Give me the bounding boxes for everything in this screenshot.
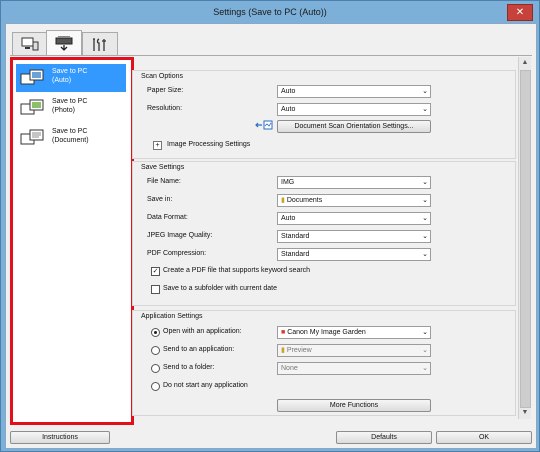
send-folder-select[interactable]: None ⌄ xyxy=(277,362,431,375)
subfolder-checkbox[interactable] xyxy=(151,285,160,294)
list-item-save-to-pc-document[interactable]: Save to PC (Document) xyxy=(16,124,126,152)
folder-icon: ▮ xyxy=(281,197,285,204)
orientation-icon xyxy=(255,120,273,130)
application-settings-title: Application Settings xyxy=(141,313,203,320)
subfolder-label: Save to a subfolder with current date xyxy=(163,285,278,292)
pdf-compression-label: PDF Compression: xyxy=(147,250,207,257)
more-functions-button[interactable]: More Functions xyxy=(277,399,431,412)
tab-general-settings[interactable] xyxy=(82,32,118,55)
chevron-down-icon: ⌄ xyxy=(422,179,428,186)
instructions-button[interactable]: Instructions xyxy=(10,431,110,444)
list-item-label: Save to PC (Document) xyxy=(52,128,89,144)
resolution-label: Resolution: xyxy=(147,105,183,112)
data-format-label: Data Format: xyxy=(147,214,188,221)
save-to-pc-auto-icon xyxy=(20,69,44,85)
chevron-down-icon: ⌄ xyxy=(422,329,428,336)
settings-window: Settings (Save to PC (Auto)) ✕ Save to P… xyxy=(0,0,540,452)
tab-divider xyxy=(10,55,532,56)
chevron-down-icon: ⌄ xyxy=(422,106,428,113)
open-app-radio[interactable] xyxy=(151,328,160,337)
send-folder-radio[interactable] xyxy=(151,364,160,373)
chevron-down-icon: ⌄ xyxy=(422,233,428,240)
file-name-combo[interactable]: IMG ⌄ xyxy=(277,176,431,189)
no-app-radio[interactable] xyxy=(151,382,160,391)
save-in-select[interactable]: ▮ Documents ⌄ xyxy=(277,194,431,207)
scan-from-computer-icon xyxy=(21,37,39,51)
chevron-down-icon: ⌄ xyxy=(422,88,428,95)
orientation-settings-button[interactable]: Document Scan Orientation Settings... xyxy=(277,120,431,133)
defaults-button[interactable]: Defaults xyxy=(336,431,432,444)
chevron-down-icon: ⌄ xyxy=(422,197,428,204)
send-app-label: Send to an application: xyxy=(163,346,235,353)
image-processing-label[interactable]: Image Processing Settings xyxy=(167,141,250,148)
chevron-down-icon: ⌄ xyxy=(422,347,428,354)
save-settings-group: Save Settings File Name: IMG ⌄ Save in: ▮… xyxy=(132,161,516,306)
jpeg-quality-select[interactable]: Standard ⌄ xyxy=(277,230,431,243)
paper-size-label: Paper Size: xyxy=(147,87,184,94)
scan-options-title: Scan Options xyxy=(141,73,184,80)
scan-options-group: Scan Options Paper Size: Auto ⌄ Resolutio… xyxy=(132,70,516,159)
pdf-keyword-label: Create a PDF file that supports keyword … xyxy=(163,267,311,274)
ok-button[interactable]: OK xyxy=(436,431,532,444)
open-app-label: Open with an application: xyxy=(163,328,242,335)
tab-scan-from-computer[interactable] xyxy=(12,32,48,55)
scan-from-panel-icon xyxy=(55,36,73,51)
tab-scan-from-panel[interactable] xyxy=(46,30,82,56)
no-app-label: Do not start any application xyxy=(163,382,248,389)
list-item-label: Save to PC (Auto) xyxy=(52,68,88,84)
send-app-select[interactable]: ▮ Preview ⌄ xyxy=(277,344,431,357)
scan-type-list: Save to PC (Auto) Save to PC (Photo) Sav… xyxy=(10,57,134,425)
settings-scrollbar[interactable]: ▲ ▼ xyxy=(518,57,531,419)
send-folder-label: Send to a folder: xyxy=(163,364,215,371)
save-to-pc-document-icon xyxy=(20,129,44,145)
pdf-keyword-checkbox[interactable]: ✓ xyxy=(151,267,160,276)
save-in-label: Save in: xyxy=(147,196,173,203)
app-icon: ■ xyxy=(281,329,286,336)
list-item-save-to-pc-auto[interactable]: Save to PC (Auto) xyxy=(16,64,126,92)
chevron-down-icon: ⌄ xyxy=(422,215,428,222)
resolution-select[interactable]: Auto ⌄ xyxy=(277,103,431,116)
pdf-compression-select[interactable]: Standard ⌄ xyxy=(277,248,431,261)
expand-icon[interactable]: + xyxy=(153,141,162,150)
client-area: Save to PC (Auto) Save to PC (Photo) Sav… xyxy=(5,23,537,449)
paper-size-select[interactable]: Auto ⌄ xyxy=(277,85,431,98)
send-app-radio[interactable] xyxy=(151,346,160,355)
app-icon: ▮ xyxy=(281,347,285,354)
scroll-thumb[interactable] xyxy=(520,70,531,408)
chevron-down-icon: ⌄ xyxy=(422,251,428,258)
open-app-select[interactable]: ■ Canon My Image Garden ⌄ xyxy=(277,326,431,339)
application-settings-group: Application Settings Open with an applic… xyxy=(132,310,516,416)
window-title: Settings (Save to PC (Auto)) xyxy=(213,7,327,17)
chevron-down-icon: ⌄ xyxy=(422,365,428,372)
scroll-up-icon[interactable]: ▲ xyxy=(519,57,531,69)
list-item-save-to-pc-photo[interactable]: Save to PC (Photo) xyxy=(16,94,126,122)
scroll-down-icon[interactable]: ▼ xyxy=(519,407,531,419)
file-name-label: File Name: xyxy=(147,178,181,185)
save-to-pc-photo-icon xyxy=(20,99,44,115)
jpeg-quality-label: JPEG Image Quality: xyxy=(147,232,213,239)
window-close-button[interactable]: ✕ xyxy=(507,4,533,21)
save-settings-title: Save Settings xyxy=(141,164,185,171)
list-item-label: Save to PC (Photo) xyxy=(52,98,88,114)
general-settings-tools-icon xyxy=(93,38,106,51)
data-format-select[interactable]: Auto ⌄ xyxy=(277,212,431,225)
